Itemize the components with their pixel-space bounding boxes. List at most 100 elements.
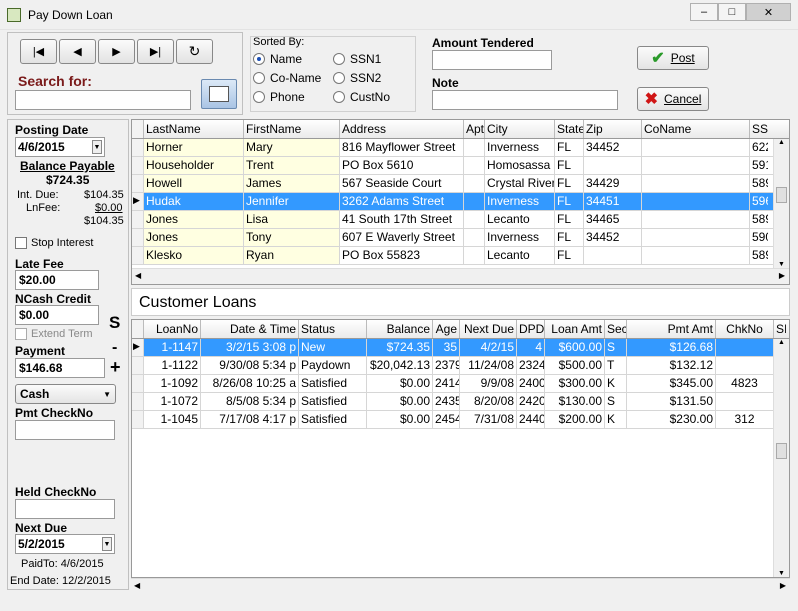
loan-cell[interactable]: 312 [716, 411, 774, 428]
loan-cell[interactable]: 1-1122 [144, 357, 201, 374]
customer-cell[interactable]: 590 [750, 229, 768, 246]
scroll-right-icon[interactable]: ▶ [779, 271, 785, 280]
customer-cell[interactable]: Mary [244, 139, 340, 156]
customer-cell[interactable]: 589 [750, 211, 768, 228]
row-indicator[interactable] [132, 247, 144, 264]
row-indicator[interactable] [132, 229, 144, 246]
loan-row[interactable]: ▶ 1-1147 3/2/15 3:08 p New $724.35 35 4/2/15 4 $… [132, 339, 789, 357]
sort-ssn2-radio[interactable]: SSN2 [333, 71, 381, 85]
customer-cell[interactable]: Homosassa [485, 157, 555, 174]
customer-cell[interactable]: James [244, 175, 340, 192]
col-apt[interactable]: Apt [464, 120, 485, 138]
loan-cell[interactable]: New [299, 339, 367, 356]
customer-cell[interactable]: 34452 [584, 139, 642, 156]
customer-cell[interactable]: 34451 [584, 193, 642, 210]
loan-cell[interactable]: K [605, 411, 627, 428]
customer-cell[interactable]: Ryan [244, 247, 340, 264]
loan-cell[interactable]: 2435 [433, 393, 460, 410]
loan-cell[interactable]: $131.50 [627, 393, 716, 410]
close-button[interactable]: ✕ [746, 3, 791, 21]
loan-cell[interactable]: 2414 [433, 375, 460, 392]
loan-cell[interactable]: $0.00 [367, 393, 433, 410]
customer-cell[interactable]: Jennifer [244, 193, 340, 210]
sort-name-radio[interactable]: Name [253, 52, 302, 66]
customer-cell[interactable]: 34429 [584, 175, 642, 192]
plus-button[interactable]: + [110, 357, 121, 378]
loan-cell[interactable]: 8/20/08 [460, 393, 517, 410]
customer-row[interactable]: Householder Trent PO Box 5610 Homosassa FL 59… [132, 157, 789, 175]
loan-cell[interactable]: $20,042.13 [367, 357, 433, 374]
loans-hscroll[interactable]: ◀ ▶ [131, 578, 790, 594]
customer-cell[interactable]: PO Box 55823 [340, 247, 464, 264]
loan-cell[interactable]: 2400 [517, 375, 545, 392]
prev-record-button[interactable]: ◀ [59, 39, 96, 64]
pmt-checkno-input[interactable] [15, 420, 115, 440]
search-input[interactable] [15, 90, 191, 110]
col-zip[interactable]: Zip [584, 120, 642, 138]
sort-coname-radio[interactable]: Co-Name [253, 71, 321, 85]
customer-cell[interactable] [642, 211, 750, 228]
col-dpd[interactable]: DPD [517, 320, 545, 338]
loan-row[interactable]: 1-1092 8/26/08 10:25 a Satisfied $0.00 2414 9… [132, 375, 789, 393]
customer-cell[interactable]: Lisa [244, 211, 340, 228]
minus-button[interactable]: - [112, 339, 117, 357]
customer-cell[interactable]: 589 [750, 175, 768, 192]
scroll-up-icon[interactable]: ▲ [774, 339, 789, 346]
loan-cell[interactable]: 8/5/08 5:34 p [201, 393, 299, 410]
loan-cell[interactable]: 4/2/15 [460, 339, 517, 356]
loan-cell[interactable]: Satisfied [299, 393, 367, 410]
customer-hscroll[interactable]: ◀ ▶ [132, 268, 789, 284]
customer-cell[interactable]: 622 [750, 139, 768, 156]
col-status[interactable]: Status [299, 320, 367, 338]
loan-cell[interactable] [716, 357, 774, 374]
customer-cell[interactable] [642, 247, 750, 264]
customer-cell[interactable]: 34465 [584, 211, 642, 228]
customer-cell[interactable] [642, 157, 750, 174]
customer-cell[interactable] [464, 157, 485, 174]
customer-cell[interactable]: Inverness [485, 139, 555, 156]
loan-cell[interactable]: $200.00 [545, 411, 605, 428]
customer-cell[interactable]: FL [555, 211, 584, 228]
sort-phone-radio[interactable]: Phone [253, 90, 305, 104]
col-age[interactable]: Age [433, 320, 460, 338]
customer-row[interactable]: Horner Mary 816 Mayflower Street Inverness F… [132, 139, 789, 157]
customer-cell[interactable]: 589 [750, 247, 768, 264]
scroll-down-icon[interactable]: ▼ [774, 261, 789, 268]
col-city[interactable]: City [485, 120, 555, 138]
col-sec[interactable]: Sec [605, 320, 627, 338]
dropdown-arrow-icon[interactable]: ▼ [102, 537, 112, 551]
customer-cell[interactable] [584, 157, 642, 174]
loan-cell[interactable]: $0.00 [367, 411, 433, 428]
first-record-button[interactable]: |◀ [20, 39, 57, 64]
customer-cell[interactable] [464, 211, 485, 228]
customer-cell[interactable] [464, 139, 485, 156]
customer-cell[interactable]: Lecanto [485, 247, 555, 264]
col-balance[interactable]: Balance [367, 320, 433, 338]
scroll-up-icon[interactable]: ▲ [774, 139, 789, 146]
loan-cell[interactable]: 4823 [716, 375, 774, 392]
customer-cell[interactable] [464, 193, 485, 210]
loans-grid[interactable]: LoanNo Date & Time Status Balance Age Ne… [131, 319, 790, 578]
customer-row[interactable]: Jones Tony 607 E Waverly Street Inverness FL… [132, 229, 789, 247]
post-button[interactable]: ✔ Post [637, 46, 709, 70]
customer-grid[interactable]: LastName FirstName Address Apt City Stat… [131, 119, 790, 285]
customer-cell[interactable]: FL [555, 157, 584, 174]
cancel-button[interactable]: ✖ Cancel [637, 87, 709, 111]
customer-row[interactable]: ▶ Hudak Jennifer 3262 Adams Street Inverness… [132, 193, 789, 211]
customer-row[interactable]: KleskoRyanPO Box 55823 LecantoFL 589 [132, 247, 789, 265]
customer-cell[interactable]: FL [555, 193, 584, 210]
col-si[interactable]: SI [774, 320, 786, 338]
search-edit-button[interactable] [201, 79, 237, 109]
col-datetime[interactable]: Date & Time [201, 320, 299, 338]
scroll-left-icon[interactable]: ◀ [135, 271, 141, 280]
customer-cell[interactable]: 816 Mayflower Street [340, 139, 464, 156]
loan-cell[interactable]: $345.00 [627, 375, 716, 392]
row-indicator[interactable]: ▶ [132, 339, 144, 356]
row-indicator[interactable] [132, 393, 144, 410]
col-state[interactable]: State [555, 120, 584, 138]
customer-vscroll[interactable]: ▲ ▼ [773, 139, 789, 268]
col-pmtamt[interactable]: Pmt Amt [627, 320, 716, 338]
scroll-left-icon[interactable]: ◀ [134, 581, 140, 590]
customer-cell[interactable]: FL [555, 247, 584, 264]
loan-cell[interactable]: 4 [517, 339, 545, 356]
